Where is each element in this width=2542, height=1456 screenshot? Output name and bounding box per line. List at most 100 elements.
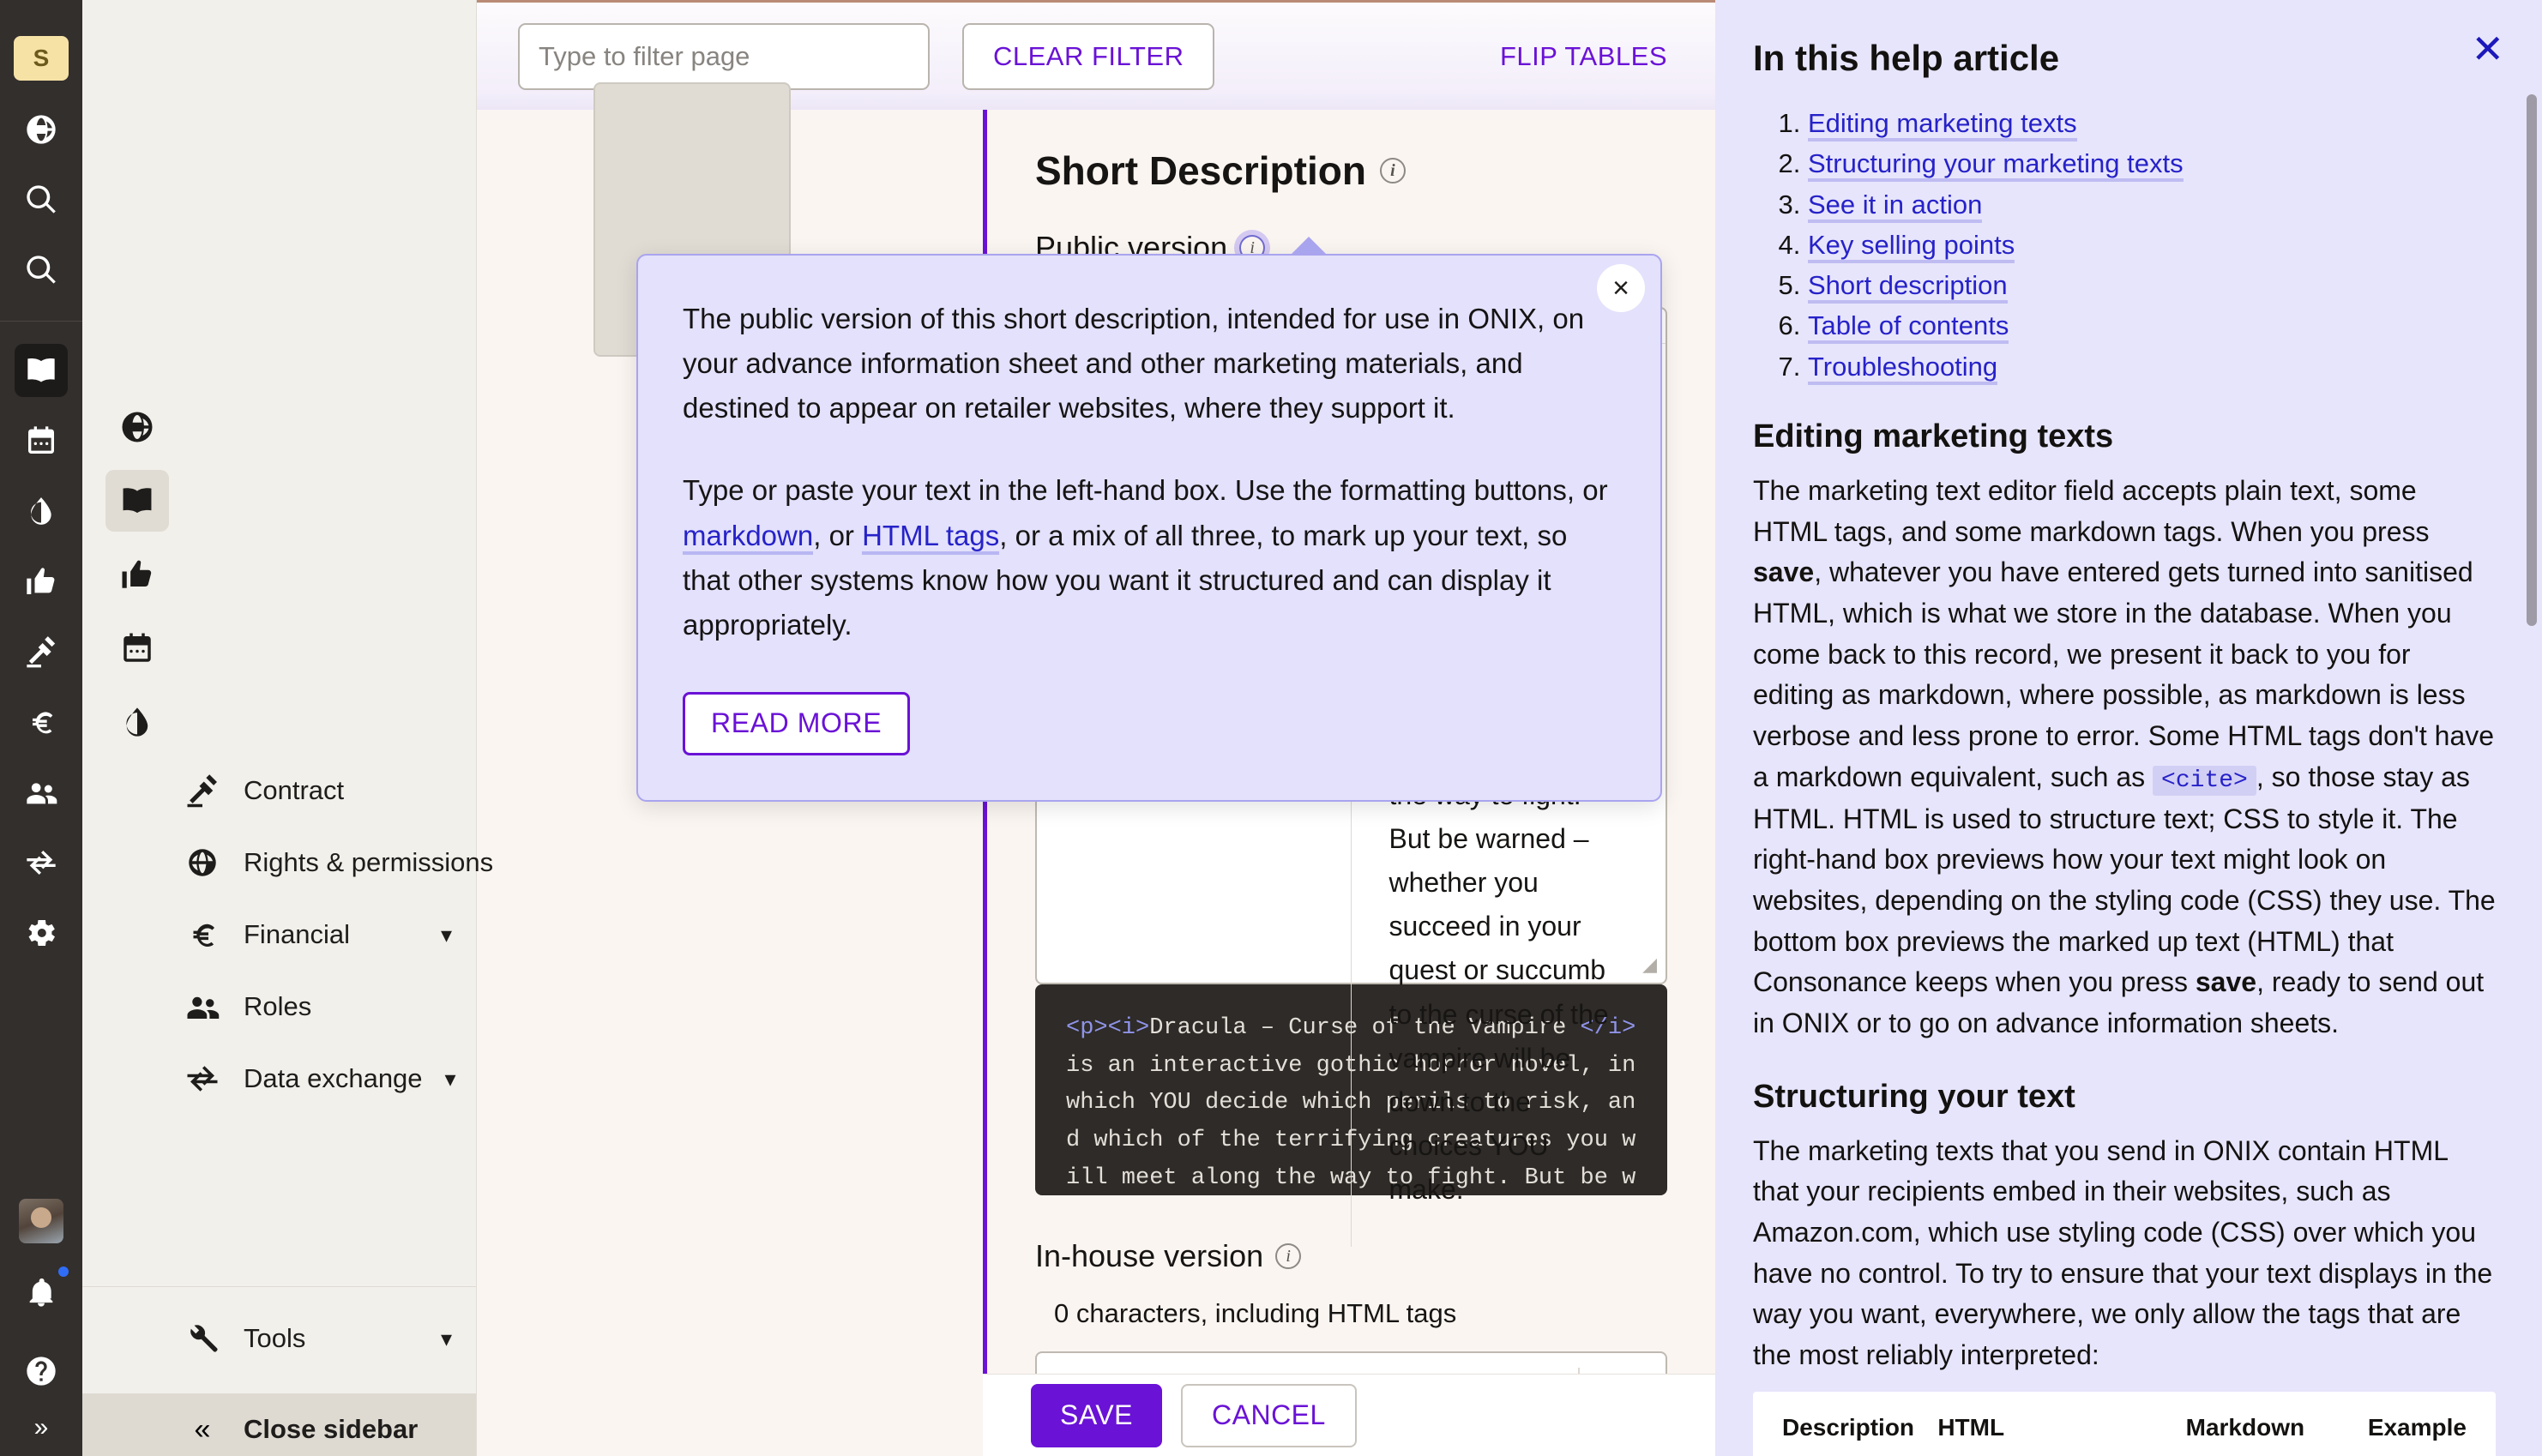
close-icon[interactable]: ✕ (2471, 29, 2504, 69)
table-header-html: HTML (1937, 1413, 2005, 1441)
sidebar-item-contract[interactable]: Contract (82, 755, 476, 827)
table-header-description: Description (1782, 1413, 1915, 1441)
sidebar-item-label: Tools (244, 1323, 306, 1353)
gavel-icon[interactable] (15, 625, 68, 678)
search-icon[interactable] (15, 173, 68, 226)
calendar-icon[interactable] (105, 617, 169, 679)
euro-icon[interactable] (15, 695, 68, 749)
toc-link[interactable]: See it in action (1808, 189, 1983, 223)
list-item: See it in action (1808, 188, 2496, 223)
list-item: Troubleshooting (1808, 350, 2496, 385)
sidebar-menu: Contract Rights & permissions Financial … (82, 755, 493, 1456)
help-panel: ✕ In this help article Editing marketing… (1715, 0, 2542, 1456)
globe-shield-icon (184, 844, 221, 881)
toc-link[interactable]: Short description (1808, 270, 2008, 304)
exchange-icon (184, 1060, 221, 1098)
people-icon[interactable] (15, 766, 68, 819)
sidebar-item-data-exchange[interactable]: Data exchange ▾ (82, 1043, 476, 1115)
page-title-row: Short Description i (1035, 147, 1667, 194)
chevron-down-icon[interactable]: ▾ (441, 1326, 452, 1352)
s1-bold-save-2: save (2195, 966, 2257, 998)
wrench-icon (184, 1320, 221, 1357)
search-alt-icon[interactable] (15, 244, 68, 297)
close-sidebar-button[interactable]: « Close sidebar (82, 1393, 476, 1456)
book-icon[interactable] (15, 344, 68, 397)
cite-code-token: <cite> (2153, 765, 2256, 796)
contrast-drop-icon[interactable] (15, 484, 68, 538)
info-icon[interactable]: i (1379, 158, 1406, 184)
avatar[interactable] (19, 1199, 63, 1243)
notification-badge (56, 1264, 71, 1279)
book-icon[interactable] (105, 470, 169, 532)
save-button[interactable]: SAVE (1031, 1383, 1162, 1447)
help-section2-paragraph: The marketing texts that you send in ONI… (1753, 1134, 2493, 1370)
sidebar-item-tools[interactable]: Tools ▾ (82, 1303, 476, 1375)
page-title: Short Description (1035, 148, 1366, 193)
toc-link[interactable]: Table of contents (1808, 310, 2009, 345)
sidebar-item-rights-permissions[interactable]: Rights & permissions (82, 827, 493, 899)
toc-link[interactable]: Troubleshooting (1808, 351, 1998, 385)
close-icon[interactable]: × (1597, 264, 1645, 312)
flip-tables-link[interactable]: FLIP TABLES (1500, 41, 1674, 72)
scrollbar-thumb[interactable] (2527, 94, 2537, 626)
contrast-drop-icon[interactable] (105, 691, 169, 753)
list-item: Short description (1808, 268, 2496, 304)
info-icon[interactable]: i (1275, 1243, 1302, 1269)
help-section2-title: Structuring your text (1753, 1078, 2075, 1115)
clear-filter-button[interactable]: CLEAR FILTER (962, 22, 1215, 90)
expand-chevrons-icon[interactable]: » (34, 1415, 49, 1441)
icon-rail: S » (0, 0, 82, 1456)
allowed-tags-table: Description HTML Markdown Example (1753, 1391, 2496, 1456)
notifications-button[interactable] (15, 1264, 71, 1319)
markdown-link[interactable]: markdown (683, 519, 814, 555)
globe-icon[interactable] (15, 103, 68, 156)
list-item: Table of contents (1808, 309, 2496, 345)
html-tags-link[interactable]: HTML tags (862, 519, 1000, 555)
help-section1-title: Editing marketing texts (1753, 418, 2114, 455)
globe-icon[interactable] (105, 396, 169, 458)
toc-link[interactable]: Structuring your marketing texts (1808, 148, 2184, 183)
list-item: Editing marketing texts (1808, 106, 2496, 141)
s1-a: The marketing text editor field accepts … (1753, 475, 2430, 547)
list-item: Structuring your marketing texts (1808, 147, 2496, 183)
popover-p2-mid: , or (813, 519, 863, 551)
app-logo[interactable]: S (14, 36, 69, 81)
close-sidebar-label: Close sidebar (244, 1414, 419, 1444)
exchange-icon[interactable] (15, 836, 68, 889)
cancel-button[interactable]: CANCEL (1181, 1383, 1357, 1447)
people-icon (184, 988, 221, 1026)
action-footer: SAVE CANCEL (983, 1374, 1715, 1456)
popover-paragraph-1: The public version of this short descrip… (683, 303, 1585, 424)
thumbs-up-icon[interactable] (105, 544, 169, 605)
character-count: 0 characters, including HTML tags (1054, 1298, 1457, 1328)
help-toc: Editing marketing texts Structuring your… (1808, 106, 2496, 385)
sidebar-item-label: Roles (244, 991, 312, 1021)
double-chevron-left-icon: « (194, 1412, 211, 1446)
sidebar: Contract Rights & permissions Financial … (82, 0, 493, 1456)
euro-icon (184, 916, 221, 954)
toc-link[interactable]: Key selling points (1808, 229, 2015, 263)
table-header-markdown: Markdown (2185, 1413, 2305, 1441)
list-item: Key selling points (1808, 228, 2496, 263)
sidebar-divider (82, 1286, 476, 1287)
filter-input[interactable] (518, 22, 930, 90)
table-header-example: Example (2367, 1413, 2467, 1441)
sidebar-item-financial[interactable]: Financial ▾ (82, 899, 476, 971)
help-circle-icon[interactable] (15, 1345, 68, 1398)
sidebar-item-label: Data exchange (244, 1063, 423, 1093)
chevron-down-icon[interactable]: ▾ (441, 922, 452, 948)
resize-grip-icon[interactable]: ◢ (1642, 954, 1657, 976)
calendar-icon[interactable] (15, 414, 68, 467)
gavel-icon (184, 772, 221, 809)
app-root: S » Contract Rights & permissions Financ… (0, 0, 2542, 1456)
sidebar-icon-column (82, 0, 192, 765)
read-more-button[interactable]: READ MORE (683, 691, 911, 755)
s1-b: , whatever you have entered gets turned … (1753, 557, 2495, 792)
thumbs-up-icon[interactable] (15, 555, 68, 608)
chevron-down-icon[interactable]: ▾ (445, 1066, 456, 1092)
toc-link[interactable]: Editing marketing texts (1808, 108, 2077, 141)
gear-icon[interactable] (15, 906, 68, 960)
info-popover: × The public version of this short descr… (636, 237, 1662, 802)
sidebar-item-roles[interactable]: Roles (82, 971, 476, 1043)
rail-divider (0, 321, 82, 322)
